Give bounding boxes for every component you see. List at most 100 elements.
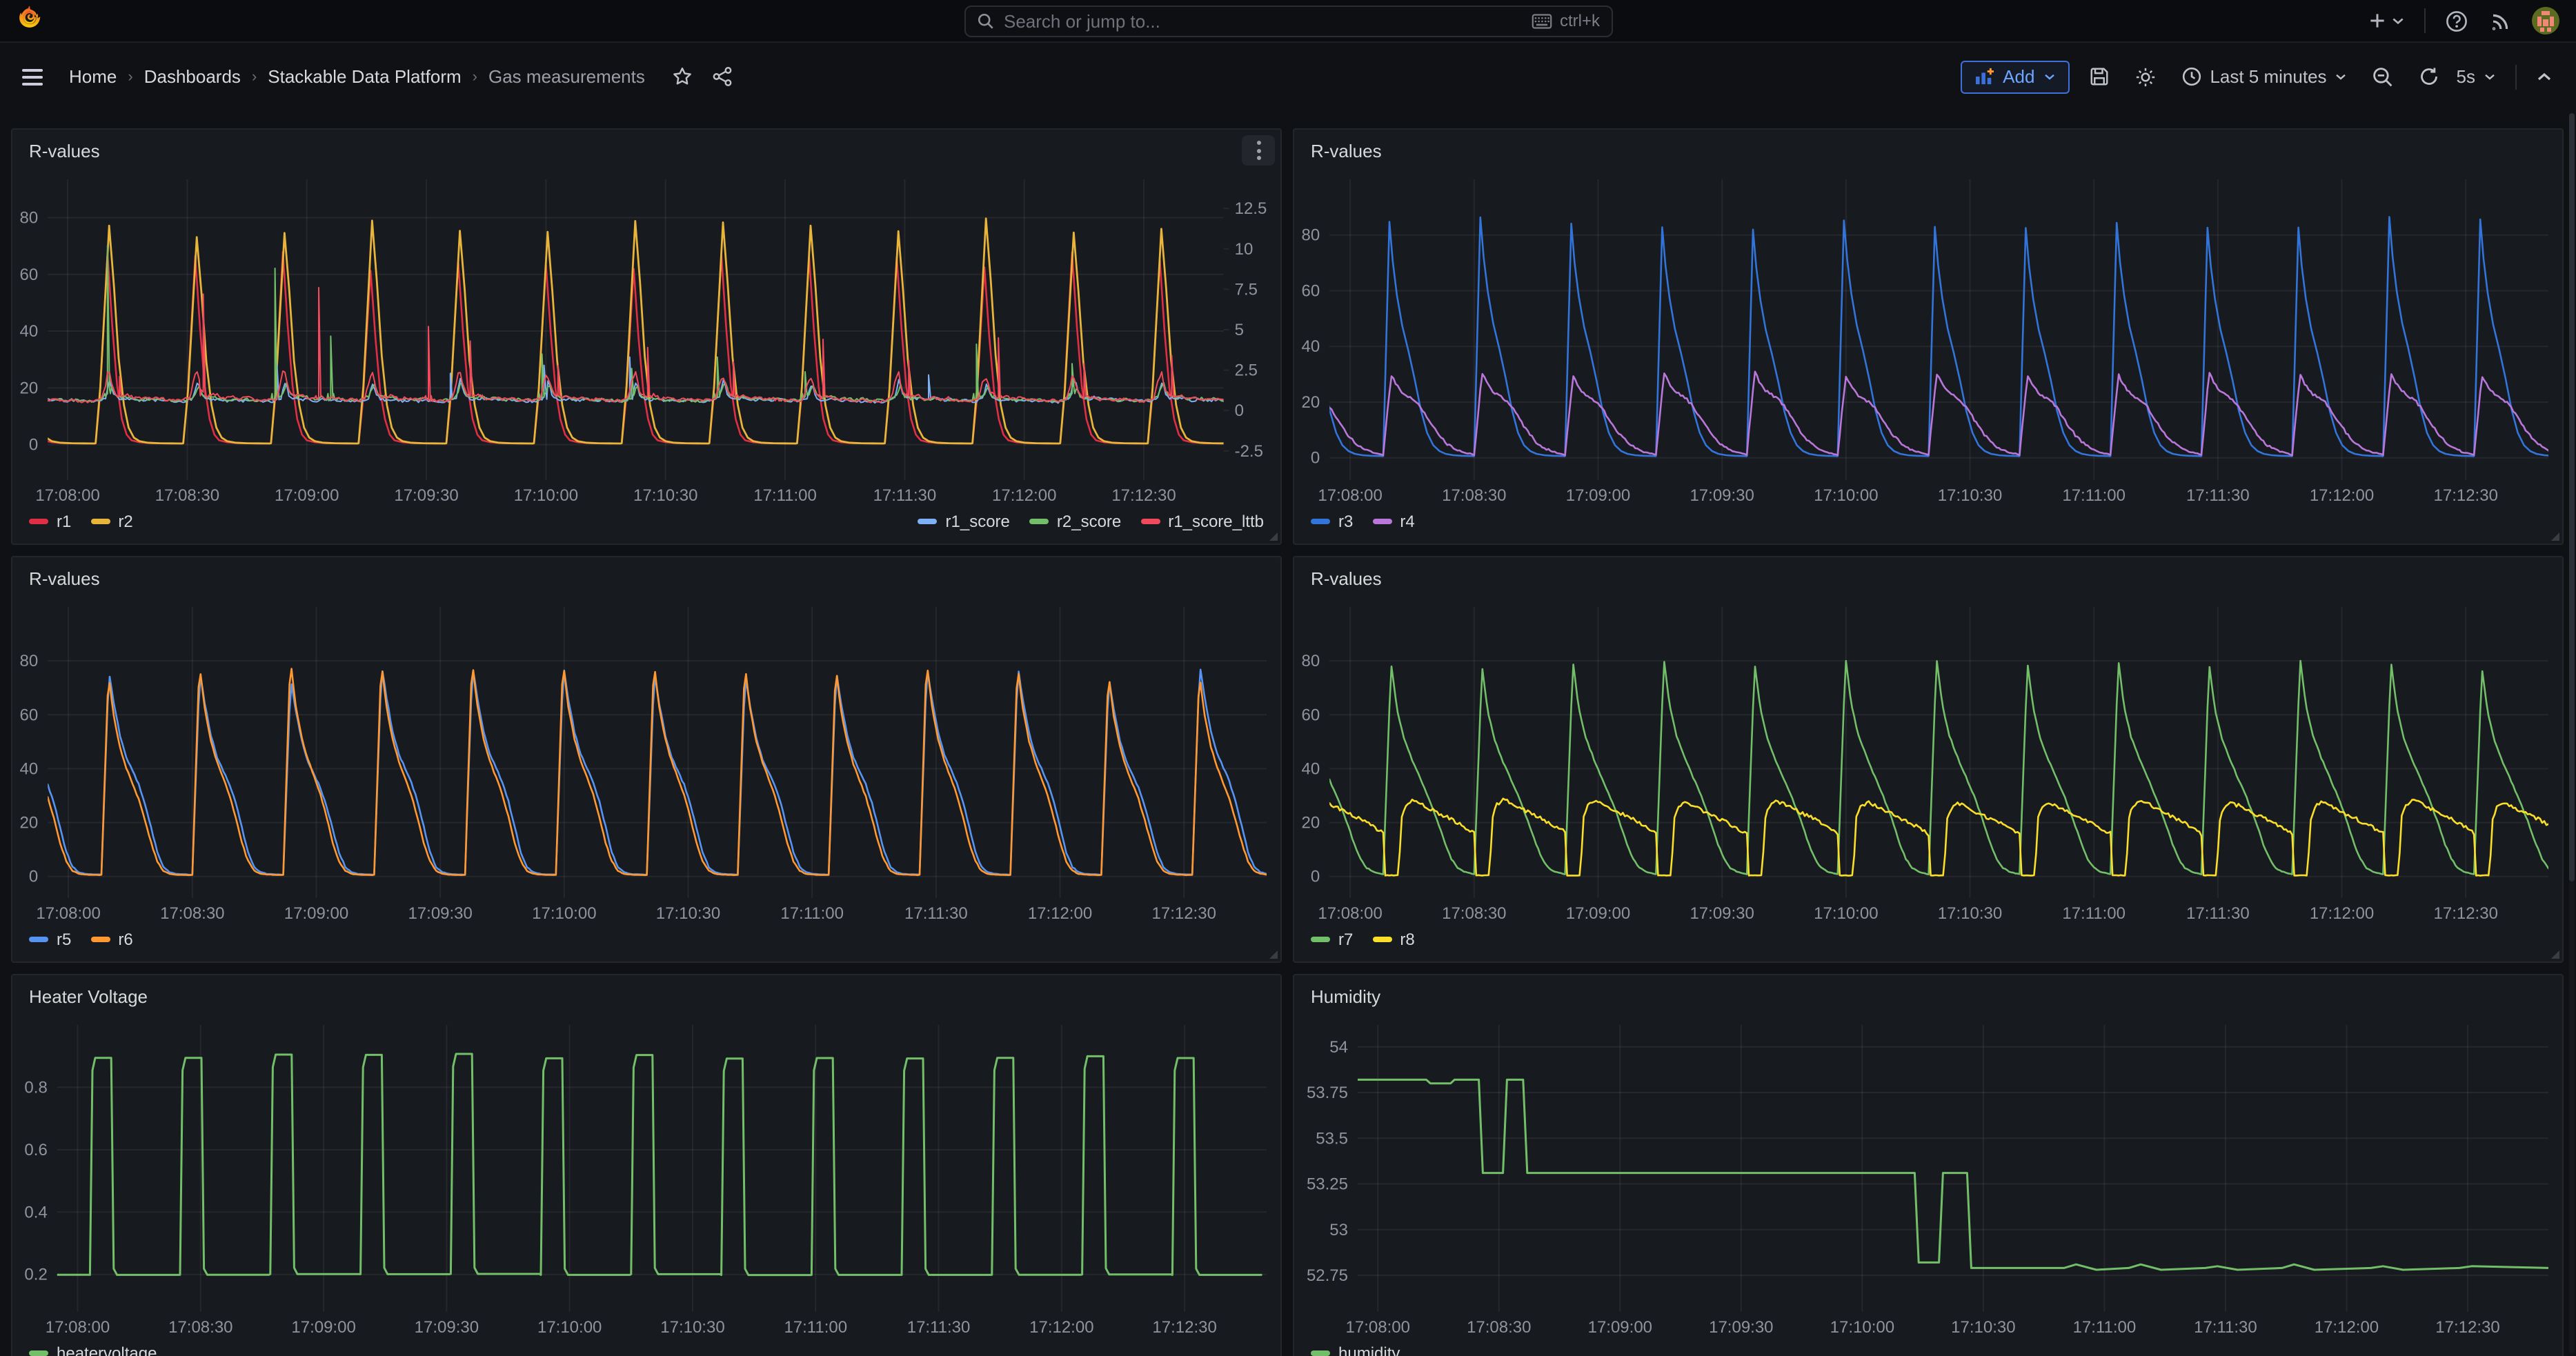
breadcrumb-current: Gas measurements [488, 66, 645, 87]
panel-title[interactable]: R-values [29, 140, 100, 161]
legend-item[interactable]: r6 [90, 930, 132, 949]
svg-text:80: 80 [19, 209, 38, 228]
legend-series-color [29, 937, 48, 942]
help-button[interactable] [2442, 6, 2471, 35]
chevron-up-icon [2536, 70, 2553, 83]
panel-legend: r5 r6 [12, 926, 1280, 961]
avatar[interactable] [2532, 7, 2559, 34]
legend-series-label: r6 [118, 930, 132, 949]
legend-series-label: r3 [1338, 512, 1353, 531]
refresh-icon [2419, 66, 2440, 87]
svg-text:0.2: 0.2 [24, 1266, 47, 1284]
breadcrumb-home[interactable]: Home [69, 66, 117, 87]
share-button[interactable] [710, 63, 736, 90]
svg-text:0: 0 [29, 436, 38, 455]
svg-text:17:08:30: 17:08:30 [155, 486, 219, 505]
svg-text:17:11:00: 17:11:00 [2073, 1318, 2137, 1337]
svg-text:17:09:30: 17:09:30 [1690, 486, 1754, 505]
panel-title[interactable]: R-values [29, 568, 100, 588]
legend-item[interactable]: r2_score [1029, 512, 1121, 531]
refresh-button[interactable] [2414, 62, 2446, 91]
legend-series-label: r2_score [1057, 512, 1121, 531]
svg-text:17:10:00: 17:10:00 [514, 486, 578, 505]
svg-text:17:09:30: 17:09:30 [394, 486, 458, 505]
timeseries-chart[interactable]: 17:08:0017:08:3017:09:0017:09:3017:10:00… [1294, 1017, 2562, 1339]
timeseries-chart[interactable]: 17:08:0017:08:3017:09:0017:09:3017:10:00… [12, 1017, 1280, 1339]
search-input[interactable]: Search or jump to... ctrl+k [964, 5, 1612, 37]
legend-item[interactable]: r7 [1311, 930, 1353, 949]
panel-r-values-1: R-values 17:08:0017:08:3017:09:0017:09:3… [11, 128, 1282, 545]
breadcrumb-folder[interactable]: Stackable Data Platform [268, 66, 461, 87]
panel-r-values-2: R-values 17:08:0017:08:3017:09:0017:09:3… [1293, 128, 2564, 545]
svg-text:17:11:00: 17:11:00 [2062, 904, 2126, 923]
dashboard-settings-button[interactable] [2128, 61, 2161, 92]
legend-item[interactable]: r3 [1311, 512, 1353, 531]
svg-text:17:12:00: 17:12:00 [2310, 486, 2374, 505]
news-button[interactable] [2488, 7, 2515, 34]
svg-text:17:09:00: 17:09:00 [284, 904, 348, 923]
panel-title[interactable]: R-values [1311, 568, 1382, 588]
timeseries-chart[interactable]: 17:08:0017:08:3017:09:0017:09:3017:10:00… [12, 599, 1280, 926]
legend-item[interactable]: r5 [29, 930, 71, 949]
svg-text:17:10:00: 17:10:00 [1814, 486, 1878, 505]
svg-text:40: 40 [19, 759, 38, 778]
svg-text:53.25: 53.25 [1307, 1175, 1348, 1194]
panel-title[interactable]: R-values [1311, 140, 1382, 161]
time-range-picker[interactable]: Last 5 minutes [2175, 62, 2352, 91]
plus-icon [2368, 11, 2387, 30]
page-scrollbar[interactable] [2569, 113, 2575, 1353]
favorite-button[interactable] [670, 63, 696, 90]
svg-text:17:12:30: 17:12:30 [2434, 904, 2498, 923]
legend-item[interactable]: humidity [1311, 1344, 1400, 1356]
legend-item[interactable]: r4 [1372, 512, 1414, 531]
breadcrumb-dashboards[interactable]: Dashboards [144, 66, 241, 87]
panel-menu-button[interactable] [1242, 135, 1275, 166]
svg-text:17:10:00: 17:10:00 [1814, 904, 1878, 923]
svg-text:20: 20 [1301, 814, 1320, 832]
svg-text:17:12:30: 17:12:30 [2434, 486, 2498, 505]
svg-text:17:11:00: 17:11:00 [753, 486, 817, 505]
timeseries-chart[interactable]: 17:08:0017:08:3017:09:0017:09:3017:10:00… [12, 171, 1280, 508]
grafana-logo[interactable] [17, 4, 43, 37]
legend-item[interactable]: r2 [90, 512, 132, 531]
svg-text:17:08:00: 17:08:00 [35, 486, 99, 505]
svg-text:53: 53 [1329, 1221, 1348, 1239]
legend-item[interactable]: r1 [29, 512, 71, 531]
panel-legend: r1 r2 r1_score r2_score r1_score_lttb [12, 508, 1280, 544]
legend-series-label: r1 [57, 512, 71, 531]
legend-item[interactable]: r8 [1372, 930, 1414, 949]
new-menu-button[interactable] [2365, 8, 2408, 33]
svg-text:17:11:00: 17:11:00 [780, 904, 844, 923]
svg-text:17:10:00: 17:10:00 [1830, 1318, 1894, 1337]
panel-title[interactable]: Heater Voltage [29, 986, 148, 1006]
legend-series-label: r5 [57, 930, 71, 949]
legend-item[interactable]: r1_score [918, 512, 1010, 531]
chevron-down-icon [2391, 15, 2405, 26]
top-bar: Search or jump to... ctrl+k [0, 0, 2576, 43]
share-icon [713, 66, 733, 87]
zoom-out-button[interactable] [2367, 61, 2400, 92]
svg-text:17:12:30: 17:12:30 [1152, 1318, 1216, 1337]
mega-menu-toggle[interactable] [18, 64, 47, 89]
legend-item[interactable]: heatervoltage [29, 1344, 157, 1356]
svg-text:0: 0 [1311, 868, 1320, 886]
legend-item[interactable]: r1_score_lttb [1140, 512, 1264, 531]
save-dashboard-button[interactable] [2083, 62, 2114, 91]
collapse-toolbar-button[interactable] [2530, 66, 2558, 87]
timeseries-chart[interactable]: 17:08:0017:08:3017:09:0017:09:3017:10:00… [1294, 599, 2562, 926]
legend-series-label: r8 [1400, 930, 1414, 949]
legend-series-color [1311, 519, 1330, 524]
timeseries-chart[interactable]: 17:08:0017:08:3017:09:0017:09:3017:10:00… [1294, 171, 2562, 508]
refresh-interval-picker[interactable]: 5s [2451, 62, 2501, 91]
svg-text:17:09:30: 17:09:30 [1690, 904, 1754, 923]
panel-heater-voltage: Heater Voltage 17:08:0017:08:3017:09:001… [11, 974, 1282, 1356]
add-panel-button[interactable]: Add [1960, 60, 2069, 93]
breadcrumb-separator: › [473, 68, 477, 85]
chevron-down-icon [2335, 72, 2348, 81]
svg-text:17:08:30: 17:08:30 [1442, 486, 1506, 505]
svg-text:17:11:30: 17:11:30 [2186, 904, 2250, 923]
svg-text:17:10:30: 17:10:30 [1938, 904, 2002, 923]
panel-title[interactable]: Humidity [1311, 986, 1380, 1006]
svg-text:17:08:00: 17:08:00 [1346, 1318, 1410, 1337]
svg-text:-2.5: -2.5 [1235, 442, 1263, 461]
